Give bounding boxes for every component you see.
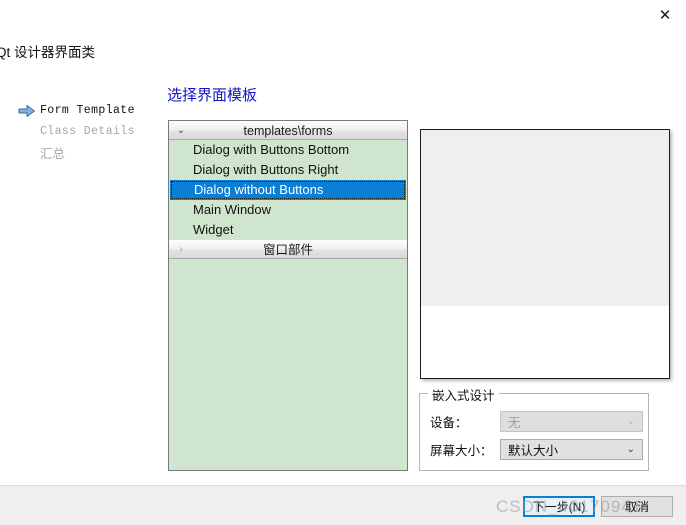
- arrow-placeholder-icon: [18, 125, 36, 139]
- screen-size-field-row: 屏幕大小： 默认大小 ⌄: [430, 439, 643, 460]
- list-item[interactable]: Main Window: [169, 200, 407, 220]
- screen-size-select[interactable]: 默认大小 ⌄: [500, 439, 643, 460]
- group-header-label: 窗口部件: [262, 243, 313, 257]
- device-field-row: 设备： 无 ⌄: [430, 411, 643, 432]
- device-select[interactable]: 无 ⌄: [500, 411, 643, 432]
- template-list-panel[interactable]: ⌄ templates\forms Dialog with Buttons Bo…: [168, 120, 408, 471]
- preview-surface: [421, 130, 669, 306]
- sidebar-item-label: Class Details: [40, 125, 135, 138]
- next-button[interactable]: 下一步(N): [523, 496, 595, 517]
- sidebar-item-form-template[interactable]: Form Template: [18, 100, 158, 121]
- page-title: 选择界面模板: [167, 87, 258, 104]
- groupbox-legend: 嵌入式设计: [428, 385, 499, 404]
- list-item[interactable]: Widget: [169, 220, 407, 240]
- chevron-down-icon: ⌄: [626, 416, 635, 427]
- close-icon[interactable]: ✕: [648, 2, 682, 28]
- window-titlebar: ✕: [0, 0, 686, 30]
- device-select-value: 无: [508, 416, 521, 430]
- embedded-design-groupbox: 嵌入式设计 设备： 无 ⌄ 屏幕大小： 默认大小 ⌄: [419, 385, 649, 471]
- list-item[interactable]: Dialog with Buttons Right: [169, 160, 407, 180]
- sidebar-item-label: 汇总: [40, 147, 66, 161]
- group-header-label: templates\forms: [243, 124, 333, 138]
- footer-bar: 下一步(N) 取消: [0, 486, 686, 525]
- list-item-selected[interactable]: Dialog without Buttons: [170, 180, 406, 200]
- sidebar-item-class-details[interactable]: Class Details: [18, 121, 158, 142]
- screen-size-select-value: 默认大小: [508, 444, 559, 458]
- group-header-templates-forms[interactable]: ⌄ templates\forms: [169, 121, 407, 140]
- arrow-right-icon: [18, 104, 36, 118]
- group-header-widgets[interactable]: › 窗口部件: [169, 240, 407, 259]
- chevron-down-icon: ⌄: [626, 444, 635, 455]
- template-preview: [420, 129, 670, 379]
- wizard-title: Qt 设计器界面类: [0, 45, 96, 60]
- sidebar-item-label: Form Template: [40, 104, 135, 117]
- sidebar-item-summary[interactable]: 汇总: [18, 142, 158, 163]
- arrow-placeholder-icon: [18, 146, 36, 160]
- wizard-step-list: Form Template Class Details 汇总: [18, 100, 158, 163]
- chevron-right-icon: ›: [179, 244, 183, 255]
- screen-size-label: 屏幕大小：: [430, 444, 493, 458]
- chevron-down-icon: ⌄: [176, 125, 186, 136]
- list-item[interactable]: Dialog with Buttons Bottom: [169, 140, 407, 160]
- device-label: 设备：: [430, 416, 468, 430]
- cancel-button[interactable]: 取消: [601, 496, 673, 517]
